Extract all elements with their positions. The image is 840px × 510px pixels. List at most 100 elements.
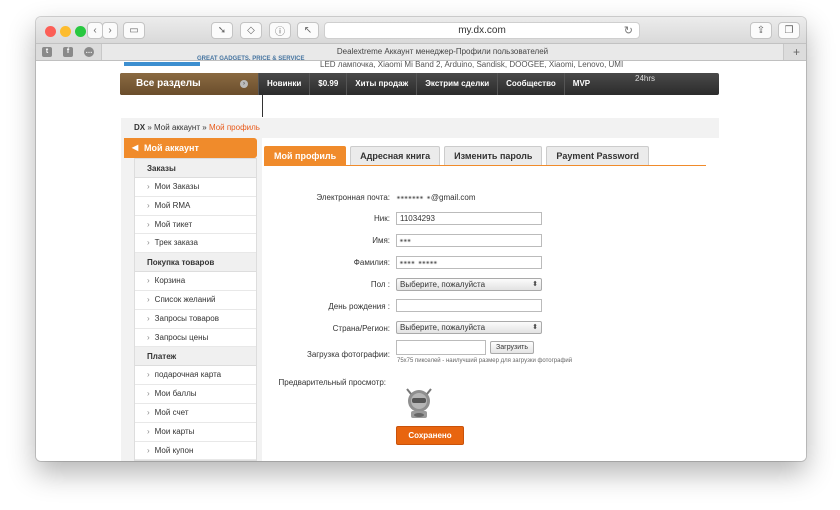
- all-sections-menu[interactable]: Все разделы ›: [120, 73, 258, 95]
- breadcrumb-current: Мой профиль: [208, 123, 260, 132]
- nick-input-value: 11034293: [400, 214, 435, 223]
- profile-tabs: Мой профиль Адресная книга Изменить паро…: [264, 146, 653, 165]
- sidebar-icon: ▭: [129, 25, 139, 36]
- photo-file-input[interactable]: [396, 340, 486, 355]
- breadcrumb: DX » Мой аккаунт » Мой профиль: [134, 123, 260, 132]
- nav-item-new[interactable]: Новинки: [258, 73, 309, 95]
- browser-toolbar: ‹ › ▭ ➘ ◇ ⓘ ↖ my.dx.com ↻ ⇪ ❐: [36, 17, 806, 44]
- chevron-left-icon: ‹: [93, 25, 97, 36]
- pointer-icon: ↖: [303, 25, 313, 36]
- arrow-marker-icon: ◀: [132, 143, 139, 152]
- country-select-value: Выберите, пожалуйста: [400, 323, 486, 332]
- select-arrows-icon: ⬍: [532, 324, 538, 331]
- twitter-icon[interactable]: t: [42, 47, 52, 57]
- breadcrumb-root[interactable]: DX: [134, 123, 145, 132]
- sidebar-section-shopping: Покупка товаров: [135, 253, 256, 273]
- all-sections-label: Все разделы: [136, 78, 201, 89]
- sidebar-section-orders: Заказы: [135, 159, 256, 178]
- sidebar-item-price-requests[interactable]: Запросы цены: [135, 329, 256, 348]
- birthday-input[interactable]: [396, 299, 542, 312]
- email-value: ▪▪▪▪▪▪▪ ▪@gmail.com: [397, 193, 476, 202]
- zoom-window-button[interactable]: [75, 26, 86, 37]
- site-logo[interactable]: [124, 62, 200, 66]
- sidebar-item-wishlist[interactable]: Список желаний: [135, 291, 256, 310]
- redacted-text: ▪▪▪: [400, 236, 412, 245]
- chat-icon[interactable]: …: [84, 47, 94, 57]
- shield-icon: ◇: [247, 25, 255, 36]
- breadcrumb-separator: »: [202, 123, 207, 132]
- minimize-window-button[interactable]: [60, 26, 71, 37]
- tab-bar: t f … Dealextreme Аккаунт менеджер-Профи…: [36, 44, 806, 61]
- nick-input[interactable]: 11034293: [396, 212, 542, 225]
- sidebar-item-my-cards[interactable]: Мои карты: [135, 423, 256, 442]
- email-label: Электронная почта:: [316, 193, 390, 202]
- sidebar-item-my-points[interactable]: Мои баллы: [135, 385, 256, 404]
- forward-button[interactable]: ›: [102, 22, 118, 39]
- url-text: my.dx.com: [458, 25, 506, 36]
- reload-icon[interactable]: ↻: [624, 24, 633, 37]
- extension-button-1[interactable]: ➘: [211, 22, 233, 39]
- preview-label: Предварительный просмотр:: [278, 378, 386, 387]
- nav-item-bestsellers[interactable]: Хиты продаж: [346, 73, 416, 95]
- photo-label: Загрузка фотографии:: [306, 350, 390, 359]
- chevron-right-icon: ›: [108, 25, 112, 36]
- nav-item-099[interactable]: $0.99: [309, 73, 346, 95]
- sidebar-toggle-button[interactable]: ▭: [123, 22, 145, 39]
- sidebar-item-my-account[interactable]: Мой счет: [135, 404, 256, 423]
- name-input[interactable]: ▪▪▪: [396, 234, 542, 247]
- upload-button[interactable]: Загрузить: [490, 341, 534, 354]
- sidebar-section-payment: Платеж: [135, 347, 256, 367]
- sidebar-item-gift-card[interactable]: подарочная карта: [135, 366, 256, 386]
- sidebar-title-label: Мой аккаунт: [144, 143, 199, 153]
- address-bar[interactable]: my.dx.com ↻: [324, 22, 640, 39]
- extension-button-3[interactable]: ⓘ: [269, 22, 291, 39]
- share-button[interactable]: ⇪: [750, 22, 772, 39]
- arrow-icon: ➘: [217, 25, 227, 36]
- sidebar-item-product-requests[interactable]: Запросы товаров: [135, 310, 256, 329]
- country-label: Страна/Регион:: [332, 324, 390, 333]
- sidebar-item-my-ticket[interactable]: Мой тикет: [135, 216, 256, 235]
- 24hrs-icon: 24hrs: [635, 74, 656, 83]
- gender-select[interactable]: Выберите, пожалуйста ⬍: [396, 278, 542, 291]
- extension-button-2[interactable]: ◇: [240, 22, 262, 39]
- gender-select-value: Выберите, пожалуйста: [400, 280, 486, 289]
- close-window-button[interactable]: [45, 26, 56, 37]
- tab-my-profile[interactable]: Мой профиль: [264, 146, 347, 165]
- sidebar-item-cart[interactable]: Корзина: [135, 272, 256, 291]
- nav-item-community[interactable]: Сообщество: [497, 73, 564, 95]
- tabs-underline: [264, 165, 706, 166]
- sidebar-item-my-rma[interactable]: Мой RMA: [135, 197, 256, 216]
- popular-brands: LED лампочка, Xiaomi Mi Band 2, Arduino,…: [320, 60, 624, 69]
- surname-label: Фамилия:: [353, 258, 390, 267]
- avatar-preview: [402, 385, 436, 421]
- site-tagline: GREAT GADGETS. PRICE & SERVICE: [197, 56, 305, 62]
- sidebar-item-my-orders[interactable]: Мои Заказы: [135, 178, 256, 197]
- gender-label: Пол :: [370, 280, 390, 289]
- sidebar-item-track-order[interactable]: Трек заказа: [135, 234, 256, 254]
- surname-input[interactable]: ▪▪▪▪ ▪▪▪▪▪: [396, 256, 542, 269]
- nav-item-mvp[interactable]: MVP: [563, 73, 598, 95]
- nav-item-extreme-deals[interactable]: Экстрим сделки: [416, 73, 497, 95]
- birthday-label: День рождения :: [328, 302, 390, 311]
- tab-change-password[interactable]: Изменить пароль: [444, 146, 543, 165]
- sidebar-item-my-coupon[interactable]: Мой купон: [135, 442, 256, 461]
- photo-hint: 75x75 пикселей - наилучший размер для за…: [397, 358, 573, 364]
- new-tab-icon[interactable]: +: [793, 45, 800, 59]
- tabs-overview-button[interactable]: ❐: [778, 22, 800, 39]
- select-arrows-icon: ⬍: [532, 281, 538, 288]
- breadcrumb-separator: »: [147, 123, 152, 132]
- account-sidebar: ◀ Мой аккаунт Заказы Мои Заказы Мой RMA …: [124, 138, 257, 462]
- redacted-text: ▪▪▪▪ ▪▪▪▪▪: [400, 258, 438, 267]
- name-label: Имя:: [372, 236, 390, 245]
- back-button[interactable]: ‹: [87, 22, 103, 39]
- save-button[interactable]: Сохранено: [396, 426, 464, 445]
- breadcrumb-account[interactable]: Мой аккаунт: [154, 123, 200, 132]
- facebook-icon[interactable]: f: [63, 47, 73, 57]
- sidebar-menu: Заказы Мои Заказы Мой RMA Мой тикет Трек…: [134, 158, 257, 462]
- extension-button-4[interactable]: ↖: [297, 22, 319, 39]
- main-navigation: Все разделы › Новинки $0.99 Хиты продаж …: [120, 73, 719, 95]
- tab-payment-password[interactable]: Payment Password: [546, 146, 649, 165]
- nick-label: Ник:: [374, 214, 390, 223]
- tab-address-book[interactable]: Адресная книга: [350, 146, 441, 165]
- country-select[interactable]: Выберите, пожалуйста ⬍: [396, 321, 542, 334]
